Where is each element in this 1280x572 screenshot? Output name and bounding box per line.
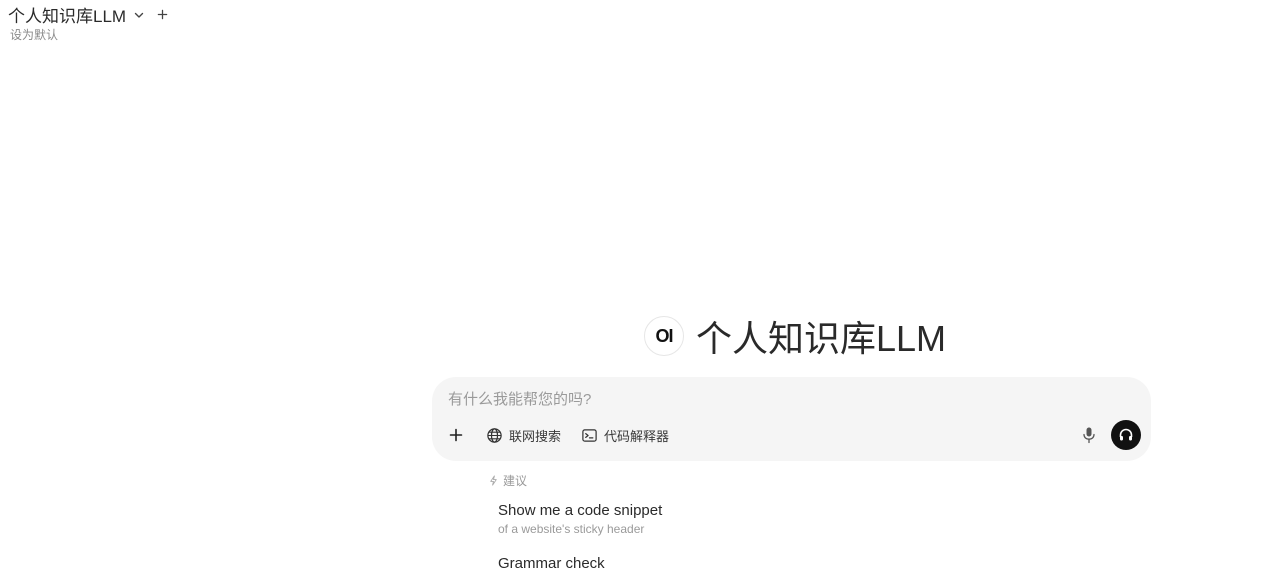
sparkle-icon: [490, 475, 497, 486]
web-search-button[interactable]: 联网搜索: [486, 426, 561, 445]
code-interpreter-label: 代码解释器: [604, 428, 670, 444]
composer-tools: 联网搜索 代码解释器: [446, 425, 669, 445]
hero: OI 个人知识库LLM: [644, 310, 946, 362]
globe-icon: [487, 427, 502, 443]
logo: OI: [644, 316, 684, 356]
suggestion-title: Grammar check: [498, 555, 605, 572]
model-selector[interactable]: 个人知识库LLM: [8, 2, 168, 27]
hero-title: 个人知识库LLM: [696, 318, 947, 359]
microphone-icon[interactable]: [1079, 425, 1099, 445]
suggestions-heading: 建议: [488, 472, 527, 489]
code-interpreter-button[interactable]: 代码解释器: [581, 426, 669, 445]
set-default-link[interactable]: 设为默认: [10, 26, 58, 43]
composer-right-tools: [1079, 420, 1141, 450]
add-model-plus-icon[interactable]: [156, 9, 168, 21]
suggestion-title: Show me a code snippet: [498, 502, 663, 519]
web-search-label: 联网搜索: [509, 428, 562, 444]
message-composer: 联网搜索 代码解释器: [432, 377, 1151, 461]
suggestion-subtitle: of a website's sticky header: [498, 522, 645, 536]
terminal-icon: [582, 428, 597, 442]
suggestion-item[interactable]: Show me a code snippet of a website's st…: [498, 502, 662, 536]
headphones-icon: [1119, 428, 1133, 441]
suggestions-heading-label: 建议: [503, 474, 528, 488]
model-name[interactable]: 个人知识库LLM: [8, 2, 126, 27]
message-input[interactable]: [448, 391, 1048, 408]
plus-icon[interactable]: [446, 425, 466, 445]
voice-mode-button[interactable]: [1111, 420, 1141, 450]
suggestion-item[interactable]: Grammar check: [498, 555, 605, 572]
chevron-down-icon[interactable]: [132, 8, 146, 22]
